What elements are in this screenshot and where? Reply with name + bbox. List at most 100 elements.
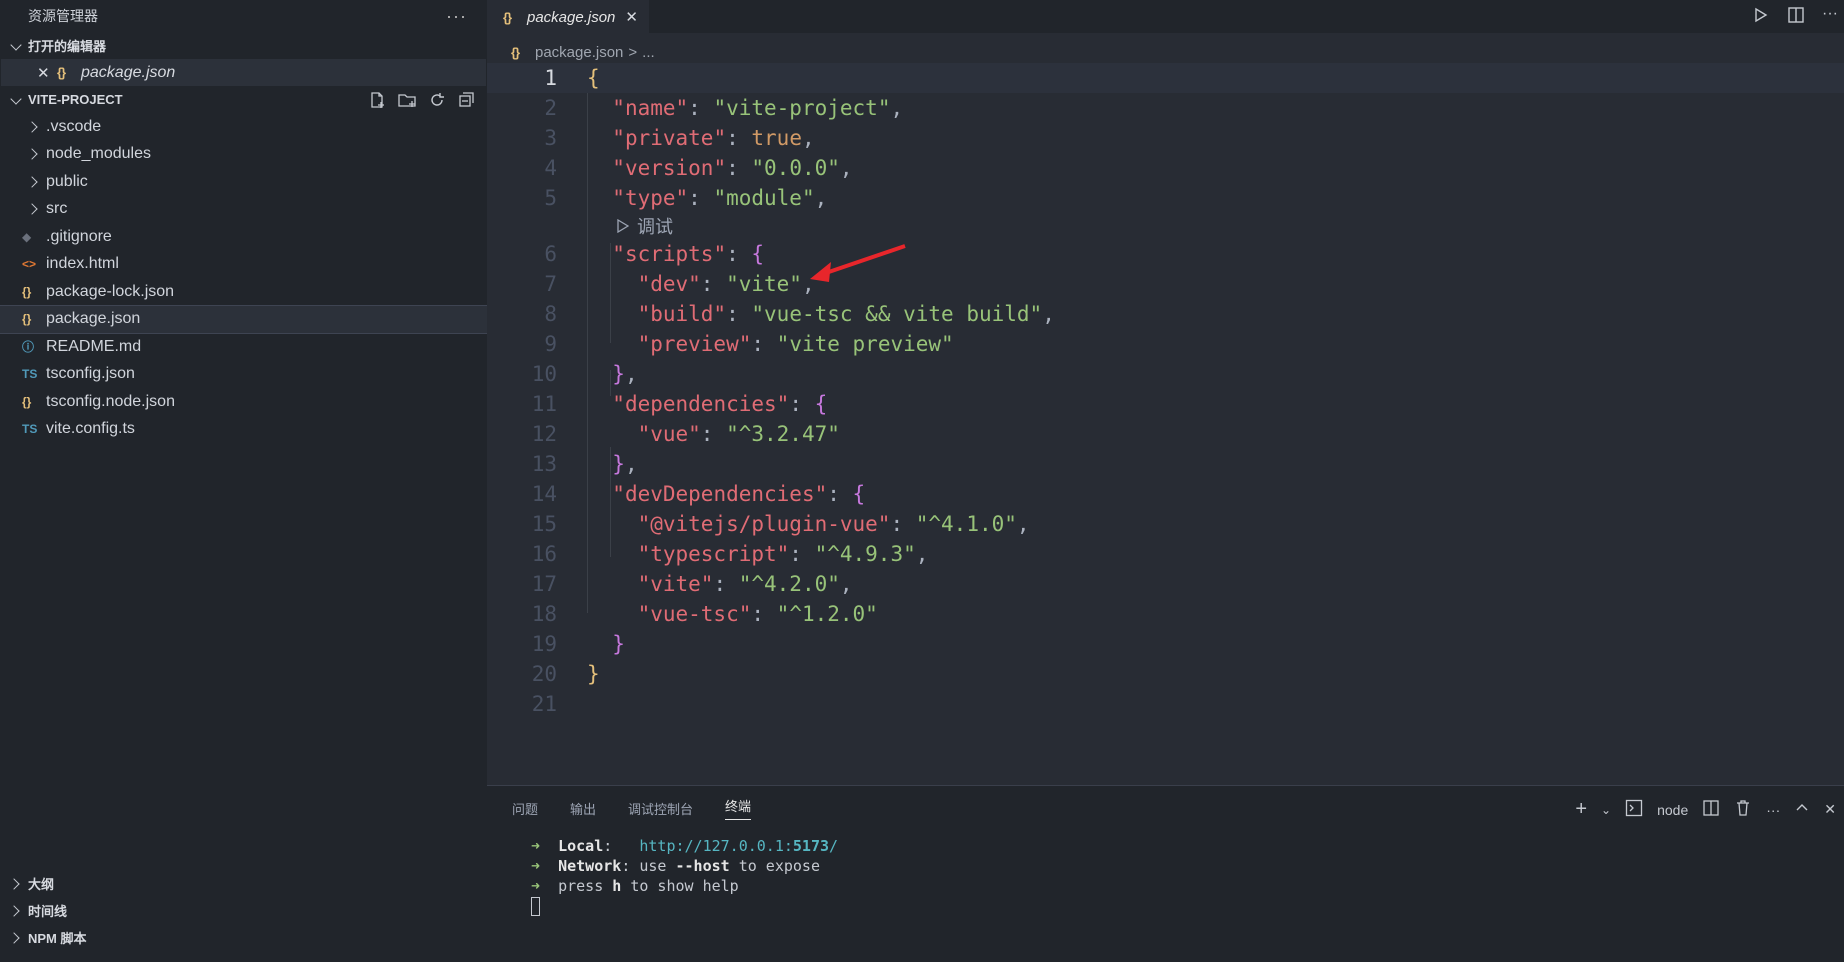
split-editor-icon[interactable] — [1786, 5, 1806, 30]
code-line: 6 "scripts": { — [487, 239, 1844, 269]
terminal-line: ➜ Network: use --host to expose — [531, 857, 820, 875]
file-type-icon: <> — [22, 257, 37, 272]
code-line: 14 "devDependencies": { — [487, 479, 1844, 509]
trash-icon[interactable] — [1734, 799, 1752, 820]
new-file-icon[interactable] — [367, 90, 387, 110]
terminal-name[interactable]: node — [1657, 802, 1688, 818]
project-section[interactable]: VITE-PROJECT — [0, 86, 487, 113]
line-number: 10 — [531, 362, 557, 386]
maximize-panel-icon[interactable] — [1794, 800, 1810, 819]
file-item[interactable]: <> index.html — [0, 251, 487, 279]
close-icon[interactable]: ✕ — [37, 64, 57, 82]
line-number: 17 — [531, 572, 557, 596]
section-label: 大纲 — [28, 877, 55, 892]
file-item[interactable]: ⓘ README.md — [0, 333, 487, 361]
code-line: 7 "dev": "vite", — [487, 269, 1844, 299]
code-line: 1{ — [487, 63, 1844, 93]
section-label: 时间线 — [28, 904, 68, 919]
vscode-window: 资源管理器 ··· 打开的编辑器 ✕ {} package.json VITE-… — [0, 0, 1844, 962]
code-line: 11 "dependencies": { — [487, 389, 1844, 419]
new-terminal-icon[interactable]: + — [1575, 798, 1587, 821]
project-label: VITE-PROJECT — [28, 92, 123, 107]
chevron-down-icon — [8, 38, 24, 54]
panel-tab[interactable]: 问题 — [512, 799, 538, 818]
chevron-right-icon — [26, 174, 42, 190]
line-number: 1 — [544, 66, 557, 90]
sidebar-bottom-sections: 大纲时间线 NPM 脚本 — [0, 870, 487, 952]
breadcrumb-rest[interactable]: ... — [642, 44, 655, 61]
file-item[interactable]: {} tsconfig.node.json — [0, 388, 487, 416]
chevron-right-icon — [8, 930, 24, 946]
code-line: 13 }, — [487, 449, 1844, 479]
panel-tab[interactable]: 调试控制台 — [628, 799, 693, 818]
folder-name: public — [46, 172, 88, 190]
status-bar — [0, 952, 1844, 962]
chevron-down-icon[interactable]: ⌄ — [1601, 803, 1611, 817]
code-line: 3 "private": true, — [487, 123, 1844, 153]
open-editor-item[interactable]: ✕ {} package.json — [1, 59, 486, 86]
code-line: 17 "vite": "^4.2.0", — [487, 569, 1844, 599]
collapsed-section[interactable]: 时间线 — [0, 897, 487, 924]
line-number: 15 — [531, 512, 557, 536]
file-type-icon: {} — [22, 394, 32, 409]
more-actions-icon[interactable]: ··· — [1766, 802, 1780, 818]
file-name: index.html — [46, 255, 119, 273]
explorer-header: 资源管理器 ··· — [0, 0, 487, 32]
line-number: 7 — [544, 272, 557, 296]
debug-code-lens[interactable]: 调试 — [487, 213, 1844, 239]
refresh-icon[interactable] — [427, 90, 447, 110]
folder-name: node_modules — [46, 145, 151, 163]
collapsed-section[interactable]: NPM 脚本 — [0, 924, 487, 951]
breadcrumb-separator: > — [628, 43, 638, 61]
open-editors-section[interactable]: 打开的编辑器 — [0, 32, 487, 59]
file-item[interactable]: TS tsconfig.json — [0, 361, 487, 389]
file-type-icon: ⓘ — [22, 340, 35, 355]
code-view[interactable]: 1{ 2 "name": "vite-project", 3 "private"… — [487, 63, 1844, 719]
line-number: 13 — [531, 452, 557, 476]
collapse-all-icon[interactable] — [457, 90, 477, 110]
folder-item[interactable]: public — [0, 168, 487, 196]
file-item[interactable]: TS vite.config.ts — [0, 416, 487, 444]
editor-actions: ··· — [1750, 5, 1844, 30]
new-folder-icon[interactable] — [397, 90, 417, 110]
explorer-title: 资源管理器 — [28, 8, 98, 24]
file-name: vite.config.ts — [46, 420, 135, 438]
file-list: ◆ .gitignore <> index.html {} package-lock.js… — [0, 223, 488, 444]
collapsed-section[interactable]: 大纲 — [0, 870, 487, 897]
panel-actions: + ⌄ node ··· ✕ — [1575, 798, 1836, 821]
folder-item[interactable]: src — [0, 196, 487, 224]
tab-package-json[interactable]: {} package.json ✕ — [487, 0, 649, 33]
line-number: 6 — [544, 242, 557, 266]
line-number: 14 — [531, 482, 557, 506]
section-label: NPM 脚本 — [28, 931, 87, 946]
split-terminal-icon[interactable] — [1702, 799, 1720, 820]
line-number: 9 — [544, 332, 557, 356]
panel-tab[interactable]: 终端 — [725, 796, 752, 820]
more-actions-icon[interactable]: ··· — [446, 6, 467, 27]
file-name: package.json — [46, 310, 141, 328]
more-actions-icon[interactable]: ··· — [1822, 5, 1844, 30]
file-item[interactable]: ◆ .gitignore — [0, 223, 487, 251]
folder-item[interactable]: node_modules — [0, 141, 487, 169]
terminal-icon — [1625, 799, 1643, 820]
close-tab-icon[interactable]: ✕ — [625, 8, 645, 26]
json-file-icon: {} — [511, 44, 520, 60]
terminal-cursor-line — [531, 896, 1844, 916]
line-number: 5 — [544, 186, 557, 210]
run-icon[interactable] — [1750, 5, 1770, 30]
terminal-output[interactable]: ➜ Local: http://127.0.0.1: 5173/ ➜ Networ… — [487, 836, 1844, 916]
bottom-panel: 问题 输出 调试控制台 终端 + ⌄ node ··· ✕ ➜ Local: http… — [487, 785, 1844, 952]
code-line: 15 "@vitejs/plugin-vue": "^4.1.0", — [487, 509, 1844, 539]
chevron-right-icon — [26, 119, 42, 135]
explorer-sidebar: 资源管理器 ··· 打开的编辑器 ✕ {} package.json VITE-… — [0, 0, 488, 870]
file-item[interactable]: {} package.json — [0, 304, 488, 334]
file-item[interactable]: {} package-lock.json — [0, 278, 487, 306]
chevron-down-icon — [8, 92, 24, 108]
line-number: 19 — [531, 632, 557, 656]
breadcrumb-file[interactable]: package.json — [535, 44, 623, 61]
panel-tab[interactable]: 输出 — [570, 799, 596, 818]
project-actions — [367, 90, 477, 110]
folder-item[interactable]: .vscode — [0, 113, 487, 141]
close-panel-icon[interactable]: ✕ — [1824, 801, 1836, 818]
chevron-right-icon — [8, 903, 24, 919]
